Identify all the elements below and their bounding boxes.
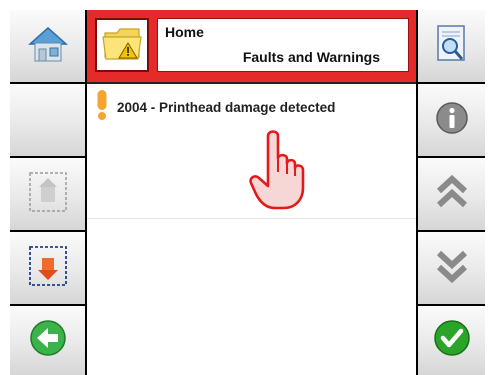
confirm-check-icon [433,319,471,362]
info-button[interactable] [418,84,485,156]
home-icon [24,24,72,69]
scroll-down-button[interactable] [418,232,485,304]
main-panel: Home Faults and Warnings 2004 - Printhea… [87,10,416,375]
row-divider [87,218,416,219]
page-header: Home Faults and Warnings [87,10,416,82]
scroll-up-icon [435,174,469,215]
back-arrow-icon [29,319,67,362]
scroll-up-button[interactable] [418,158,485,230]
header-text-box: Home Faults and Warnings [157,18,409,72]
screen-frame: Home Faults and Warnings 2004 - Printhea… [10,10,485,375]
page-title: Home [165,24,204,40]
report-search-icon [433,22,471,71]
blank-button [10,84,85,156]
info-icon [435,101,469,140]
page-down-button[interactable] [10,232,85,304]
header-icon-box [95,18,149,72]
right-button-column [418,10,485,375]
fault-text: 2004 - Printhead damage detected [117,100,336,115]
hand-pointer-icon [248,128,306,215]
home-button[interactable] [10,10,85,82]
page-up-icon [27,170,69,219]
left-button-column [10,10,85,375]
back-button[interactable] [10,306,85,375]
warning-exclamation-icon [95,90,109,125]
confirm-button[interactable] [418,306,485,375]
report-search-button[interactable] [418,10,485,82]
page-subtitle: Faults and Warnings [242,49,380,65]
page-up-button[interactable] [10,158,85,230]
page-down-icon [27,244,69,293]
folder-warning-icon [101,23,143,68]
scroll-down-icon [435,248,469,289]
fault-list-item[interactable]: 2004 - Printhead damage detected [87,84,416,218]
